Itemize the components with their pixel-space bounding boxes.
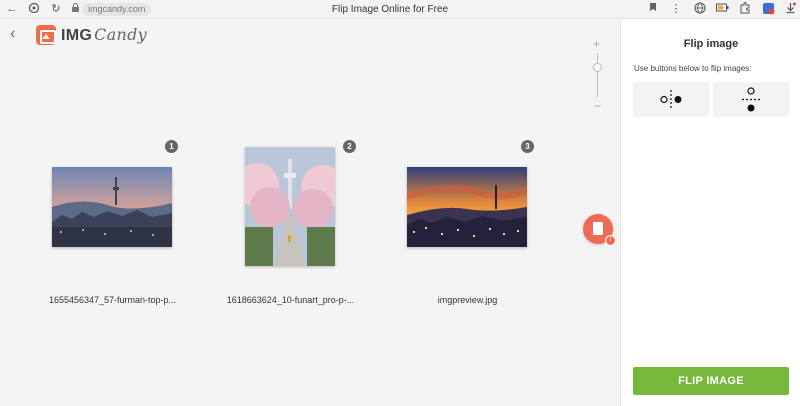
download-icon[interactable]	[783, 2, 797, 16]
zoom-in-icon[interactable]: +	[593, 37, 600, 51]
add-file-button[interactable]: !	[583, 214, 616, 246]
logo-text-main: IMG	[61, 27, 93, 44]
image-filename: 1655456347_57-furman-top-p...	[48, 295, 177, 305]
flip-vertical-button[interactable]	[713, 82, 789, 117]
address-bar[interactable]: imgcandy.com	[82, 3, 152, 16]
image-filename: imgpreview.jpg	[437, 295, 498, 305]
zoom-handle[interactable]	[593, 63, 602, 72]
image-filename: 1618663624_10-funart_pro-p-...	[226, 295, 355, 305]
panel-title: Flip image	[683, 38, 739, 50]
zoom-slider[interactable]: + −	[590, 37, 606, 117]
battery-icon[interactable]	[715, 2, 729, 16]
back-chevron-icon[interactable]: ‹	[10, 26, 15, 42]
image-thumbnail[interactable]	[407, 167, 527, 247]
image-thumbnail[interactable]	[52, 167, 172, 247]
profile-extension-icon[interactable]	[761, 2, 775, 16]
back-arrow-icon[interactable]: ←	[5, 2, 19, 16]
logo-text-script: Candy	[94, 25, 147, 44]
menu-dots-icon[interactable]: ⋮	[669, 2, 683, 16]
shield-icon[interactable]	[27, 2, 41, 16]
image-index-badge: 1	[165, 140, 178, 153]
info-icon: !	[605, 235, 616, 246]
panel-hint: Use buttons below to flip images:	[634, 64, 752, 73]
logo-picture-icon	[36, 25, 56, 45]
lock-icon	[68, 2, 82, 16]
image-index-badge: 3	[521, 140, 534, 153]
logo-text: IMG Candy	[61, 25, 147, 45]
image-thumbnail[interactable]	[245, 147, 335, 266]
image-index-badge: 2	[343, 140, 356, 153]
globe-icon[interactable]	[693, 2, 707, 16]
image-workspace: ‹ IMG Candy + − 1 1655456347_57-furman-to…	[0, 19, 620, 406]
flip-horizontal-button[interactable]	[633, 82, 709, 117]
imgcandy-logo[interactable]: IMG Candy	[36, 25, 147, 45]
flip-image-button[interactable]: FLIP IMAGE	[633, 367, 789, 395]
page-title: Flip Image Online for Free	[331, 4, 449, 15]
zoom-out-icon[interactable]: −	[594, 99, 601, 113]
zoom-track[interactable]	[597, 53, 598, 97]
browser-toolbar: ← ↻ imgcandy.com Flip Image Online for F…	[0, 0, 800, 19]
reload-icon[interactable]: ↻	[49, 2, 63, 16]
extension-icon[interactable]	[738, 2, 752, 16]
flip-vertical-icon	[742, 87, 760, 112]
flip-settings-panel: Flip image Use buttons below to flip ima…	[620, 19, 800, 406]
add-file-icon	[593, 222, 603, 235]
bookmark-icon[interactable]	[646, 2, 660, 16]
flip-horizontal-icon	[660, 90, 682, 109]
